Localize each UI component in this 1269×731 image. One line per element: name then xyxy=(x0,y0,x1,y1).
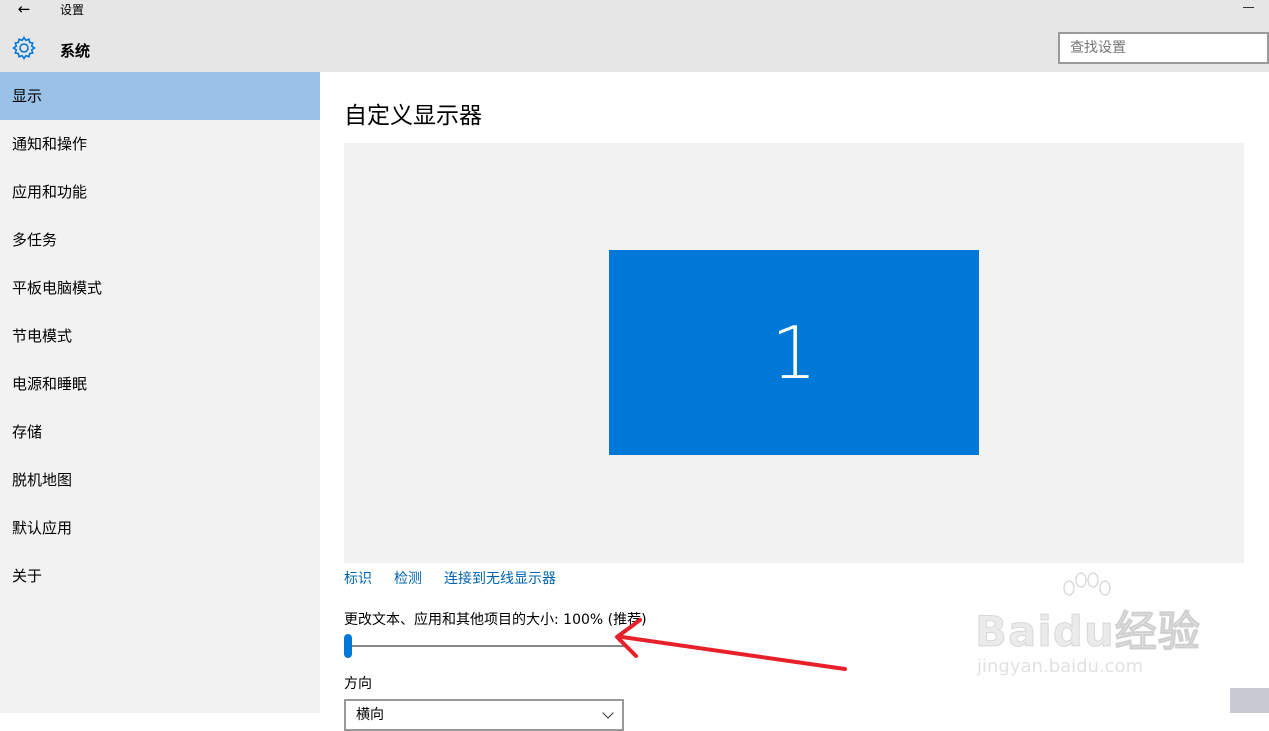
sidebar-item-offline-maps[interactable]: 脱机地图 xyxy=(0,456,320,504)
gear-icon xyxy=(12,36,36,60)
sidebar-item-label: 平板电脑模式 xyxy=(12,279,103,297)
sidebar-item-tablet-mode[interactable]: 平板电脑模式 xyxy=(0,264,320,312)
chevron-down-icon xyxy=(602,707,614,719)
orientation-label: 方向 xyxy=(344,676,372,692)
back-arrow-icon[interactable]: ← xyxy=(10,0,38,18)
connect-wireless-link[interactable]: 连接到无线显示器 xyxy=(444,568,556,588)
sidebar-item-display[interactable]: 显示 xyxy=(0,72,320,120)
sidebar-item-notifications[interactable]: 通知和操作 xyxy=(0,120,320,168)
sidebar-item-label: 显示 xyxy=(12,87,43,105)
page-title: 自定义显示器 xyxy=(344,103,482,129)
sidebar-item-default-apps[interactable]: 默认应用 xyxy=(0,504,320,552)
sidebar-item-power-sleep[interactable]: 电源和睡眠 xyxy=(0,360,320,408)
sidebar-item-label: 多任务 xyxy=(12,231,58,249)
scale-label: 更改文本、应用和其他项目的大小: 100% (推荐) xyxy=(344,612,647,628)
scale-slider-thumb[interactable] xyxy=(344,634,352,658)
monitor-number: 1 xyxy=(771,310,817,395)
sidebar-item-storage[interactable]: 存储 xyxy=(0,408,320,456)
sidebar-item-about[interactable]: 关于 xyxy=(0,552,320,600)
window-title: 设置 xyxy=(60,3,85,17)
identify-link[interactable]: 标识 xyxy=(344,568,372,588)
title-bar: ← 设置 系统 xyxy=(0,0,1269,72)
sidebar-item-label: 节电模式 xyxy=(12,327,73,345)
orientation-dropdown[interactable]: 横向 xyxy=(344,699,624,731)
sidebar-item-label: 存储 xyxy=(12,423,43,441)
display-arrangement-area: 1 xyxy=(344,143,1244,563)
sidebar-item-multitasking[interactable]: 多任务 xyxy=(0,216,320,264)
scale-slider-track[interactable] xyxy=(348,645,624,647)
detect-link[interactable]: 检测 xyxy=(394,568,422,588)
section-title: 系统 xyxy=(60,42,91,60)
minimize-icon[interactable] xyxy=(1243,0,1255,12)
sidebar-item-battery-saver[interactable]: 节电模式 xyxy=(0,312,320,360)
orientation-value: 横向 xyxy=(356,707,384,723)
sidebar-item-label: 电源和睡眠 xyxy=(12,375,88,393)
sidebar-item-label: 应用和功能 xyxy=(12,183,88,201)
sidebar: 显示 通知和操作 应用和功能 多任务 平板电脑模式 节电模式 电源和睡眠 存储 … xyxy=(0,72,320,713)
sidebar-item-apps[interactable]: 应用和功能 xyxy=(0,168,320,216)
sidebar-item-label: 关于 xyxy=(12,567,43,585)
monitor-tile[interactable]: 1 xyxy=(609,250,979,455)
search-input[interactable] xyxy=(1058,32,1269,64)
main-content: 自定义显示器 1 标识 检测 连接到无线显示器 更改文本、应用和其他项目的大小:… xyxy=(320,72,1269,731)
sidebar-item-label: 脱机地图 xyxy=(12,471,73,489)
sidebar-item-label: 通知和操作 xyxy=(12,135,88,153)
sidebar-item-label: 默认应用 xyxy=(12,519,73,537)
corner-thumbnail xyxy=(1230,688,1269,713)
